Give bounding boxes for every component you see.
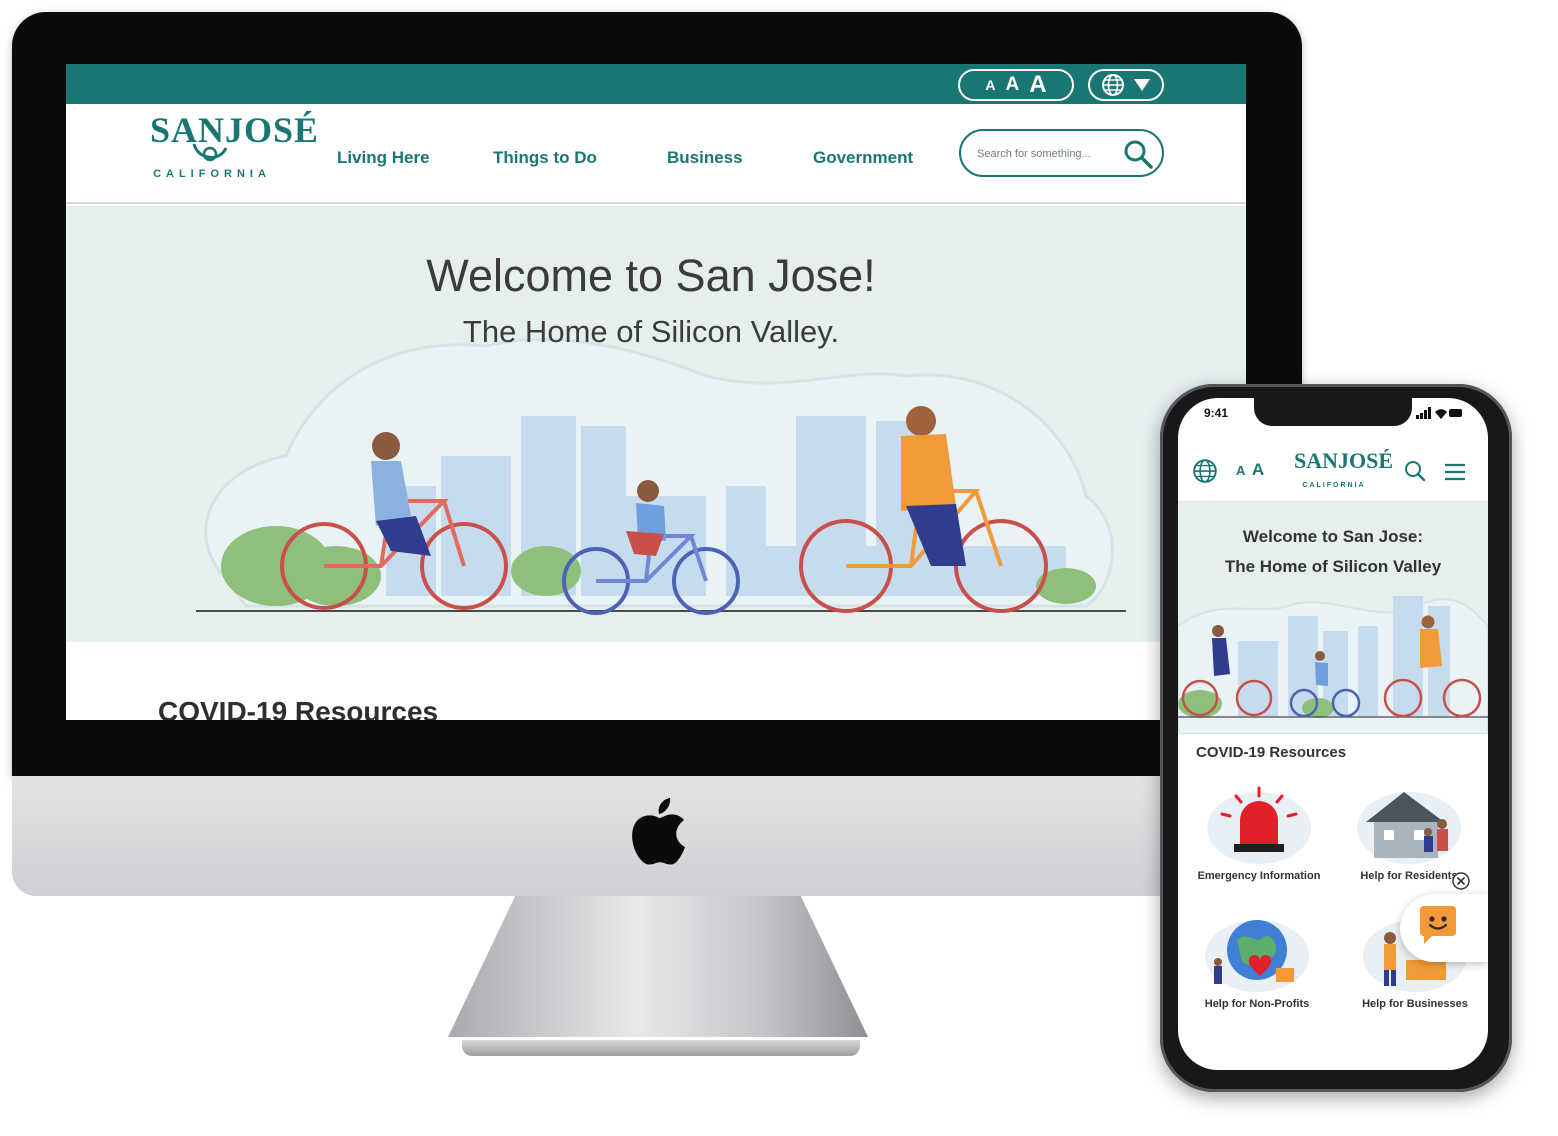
- search-box[interactable]: [959, 129, 1164, 177]
- search-input[interactable]: [977, 144, 1117, 164]
- mobile-hero-line2: The Home of Silicon Valley: [1224, 557, 1442, 576]
- card-help-for-non-profits[interactable]: Help for Non-Profits: [1192, 910, 1322, 1030]
- status-time: 9:41: [1204, 406, 1229, 420]
- font-small-button[interactable]: A: [985, 77, 995, 93]
- search-icon[interactable]: [1123, 139, 1153, 169]
- signal-wifi-battery-icon: [1416, 407, 1462, 419]
- search-icon[interactable]: [1404, 460, 1426, 482]
- mobile-hero: Welcome to San Jose: The Home of Silicon…: [1178, 502, 1488, 734]
- mobile-logo-word: SANJOSÉ: [1294, 448, 1394, 473]
- mobile-cyclists-illustration: [1178, 596, 1488, 734]
- chevron-down-icon: [1134, 79, 1150, 91]
- mobile-hero-title: Welcome to San Jose: The Home of Silicon…: [1178, 522, 1488, 582]
- card-label: Help for Businesses: [1362, 998, 1468, 1010]
- hero-title: Welcome to San Jose!: [426, 250, 876, 301]
- font-size-control[interactable]: A A A: [958, 69, 1074, 101]
- nav-business[interactable]: Business: [667, 148, 743, 168]
- mobile-header: A A SANJOSÉ CALIFORNIA: [1178, 442, 1488, 502]
- apple-logo-icon: [632, 798, 685, 865]
- logo-swoop-icon: [192, 143, 228, 162]
- chat-smiley-icon: [1420, 906, 1456, 944]
- nav-living-here[interactable]: Living Here: [337, 148, 430, 168]
- mobile-logo[interactable]: SANJOSÉ CALIFORNIA: [1294, 448, 1394, 489]
- nav-government[interactable]: Government: [813, 148, 913, 168]
- mobile-font-small-button[interactable]: A: [1236, 463, 1245, 478]
- globe-icon[interactable]: [1192, 458, 1218, 484]
- house-family-icon: [1357, 792, 1461, 864]
- card-label: Help for Non-Profits: [1204, 998, 1310, 1010]
- close-icon[interactable]: [1452, 872, 1470, 890]
- site-header: SANJOSÉ CALIFORNIA Living Here Things to…: [66, 104, 1246, 204]
- card-label: Emergency Information: [1197, 870, 1321, 882]
- font-medium-button[interactable]: A: [1006, 74, 1020, 96]
- hero-subtitle: The Home of Silicon Valley.: [462, 314, 840, 349]
- mobile-screen: 9:41 A A SANJOSÉ CALIFORNIA Welcome to S…: [1178, 398, 1488, 1070]
- language-selector[interactable]: [1088, 69, 1164, 101]
- imac-stand: [448, 896, 868, 1037]
- logo-state: CALIFORNIA: [153, 168, 271, 180]
- mobile-font-size-control[interactable]: A A: [1236, 460, 1264, 480]
- mobile-covid-section-title: COVID-19 Resources: [1196, 744, 1347, 761]
- mobile-hero-line1: Welcome to San Jose:: [1242, 527, 1424, 546]
- phone-frame: 9:41 A A SANJOSÉ CALIFORNIA Welcome to S…: [1160, 384, 1512, 1092]
- hero-banner: Welcome to San Jose! The Home of Silicon…: [66, 206, 1246, 642]
- font-large-button[interactable]: A: [1029, 71, 1046, 99]
- mobile-font-large-button[interactable]: A: [1252, 460, 1264, 479]
- imac-stand-foot: [462, 1040, 860, 1056]
- utility-bar: A A A: [66, 64, 1246, 104]
- globe-icon: [1102, 74, 1124, 96]
- siren-icon: [1207, 786, 1311, 864]
- globe-hands-icon: [1205, 920, 1309, 992]
- san-jose-logo[interactable]: SANJOSÉ CALIFORNIA: [150, 110, 318, 194]
- desktop-screen: A A A SANJOSÉ CALIFORNIA Living Here Thi…: [66, 64, 1246, 720]
- card-emergency-information[interactable]: Emergency Information: [1194, 782, 1324, 902]
- hamburger-menu-icon[interactable]: [1444, 462, 1466, 482]
- covid-section-title: COVID-19 Resources: [158, 696, 439, 720]
- mobile-logo-state: CALIFORNIA: [1302, 482, 1366, 489]
- chat-button[interactable]: [1400, 894, 1488, 962]
- nav-things-to-do[interactable]: Things to Do: [493, 148, 597, 168]
- phone-notch: [1254, 398, 1412, 426]
